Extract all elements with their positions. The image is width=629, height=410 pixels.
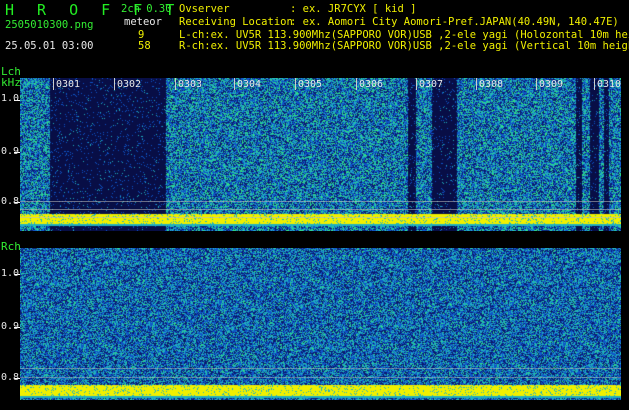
lch-meteor-count: 9 (138, 29, 145, 41)
lch-time-marker (536, 78, 537, 90)
lch-time-marker (234, 78, 235, 90)
lch-reference-line (20, 209, 621, 210)
date-time: 25.05.01 03:00 (5, 40, 94, 52)
lch-time-marker (114, 78, 115, 90)
lch-time-marker (175, 78, 176, 90)
lch-time-label: 0310 (597, 79, 622, 90)
lch-time-label: 0306 (359, 79, 384, 90)
lch-tick-0-8: 0.8 (1, 196, 20, 207)
file-name: 2505010300.png (5, 19, 94, 31)
lch-tick-1-0: 1.0 (1, 93, 20, 104)
lch-time-marker (594, 78, 595, 90)
lch-time-label: 0309 (539, 79, 564, 90)
meteor-label: meteor (124, 16, 162, 28)
lch-time-label: 0301 (56, 79, 81, 90)
lch-reference-line (20, 201, 621, 202)
lch-time-marker (295, 78, 296, 90)
rch-tick-0-9: 0.9 (1, 321, 20, 332)
rch-tick-0-8: 0.8 (1, 372, 20, 383)
lch-time-label: 0303 (178, 79, 203, 90)
lch-time-marker (476, 78, 477, 90)
lch-time-marker (53, 78, 54, 90)
lch-time-label: 0304 (237, 79, 262, 90)
rch-reference-line (20, 368, 621, 369)
observer-value: : ex. JR7CYX [ kid ] (290, 3, 417, 15)
lch-time-label: 0308 (479, 79, 504, 90)
lch-time-label: 0302 (117, 79, 142, 90)
lch-time-label: 0307 (419, 79, 444, 90)
lch-reference-line (20, 217, 621, 218)
lch-time-label: 0305 (298, 79, 323, 90)
lch-time-marker (416, 78, 417, 90)
lch-time-marker (356, 78, 357, 90)
rch-label: Rch (1, 240, 21, 253)
rch-reference-line (20, 377, 621, 378)
lch-receiver-info: L-ch:ex. UV5R 113.900Mhz(SAPPORO VOR)USB… (179, 30, 629, 41)
lch-tick-0-9: 0.9 (1, 146, 20, 157)
rch-receiver-info: R-ch:ex. UV5R 113.900Mhz(SAPPORO VOR)USB… (179, 41, 629, 52)
rch-meteor-count: 58 (138, 40, 151, 52)
rch-tick-1-0: 1.0 (1, 268, 20, 279)
location-value: : ex. Aomori City Aomori-Pref.JAPAN(40.4… (290, 16, 619, 28)
lch-unit-label: kHz (1, 76, 21, 89)
observer-label: Ovserver (179, 3, 230, 15)
channel-info: 2ch 0.30 (121, 3, 172, 15)
location-label: Receiving Location (179, 16, 293, 28)
